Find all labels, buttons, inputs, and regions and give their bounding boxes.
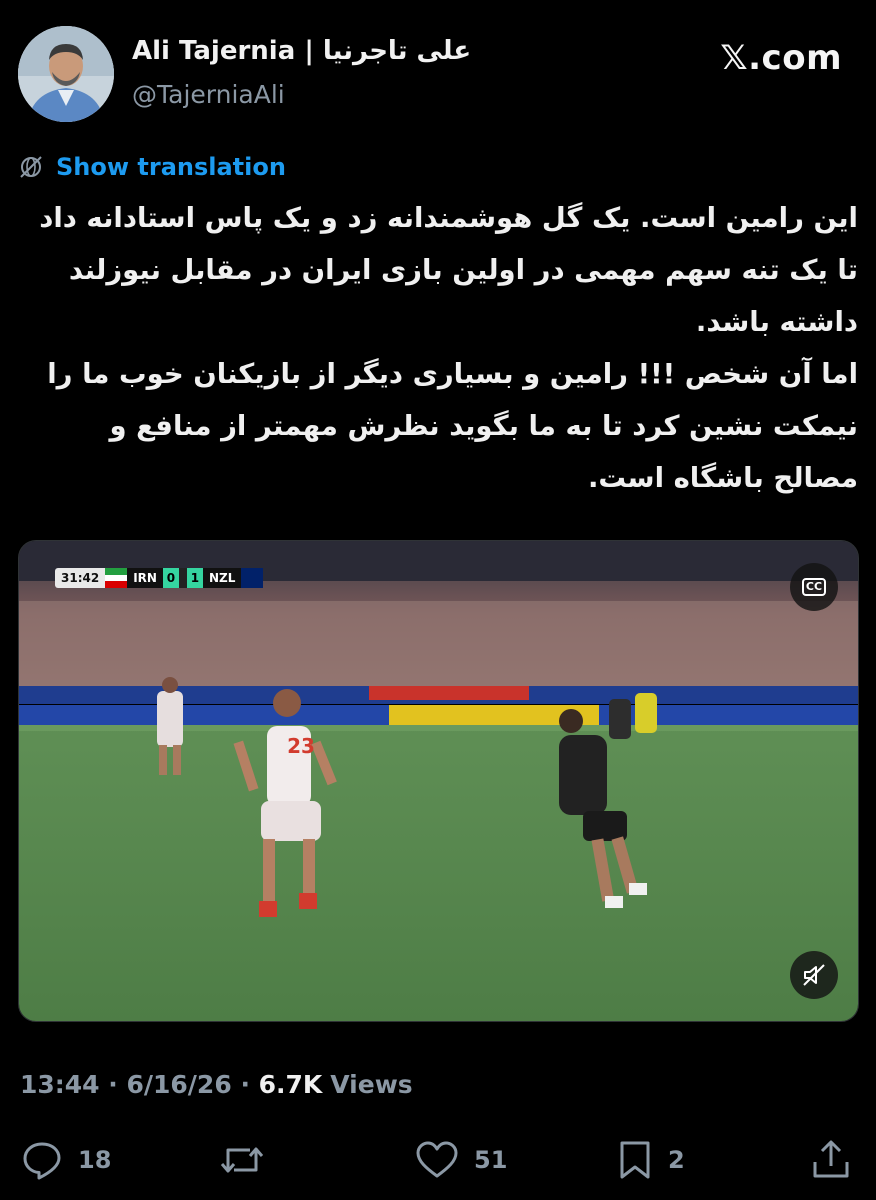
heart-icon bbox=[416, 1141, 458, 1178]
avatar[interactable] bbox=[18, 26, 114, 122]
share-icon bbox=[813, 1140, 849, 1178]
score-divider bbox=[178, 568, 187, 588]
x-watermark: 𝕏.com bbox=[720, 38, 842, 78]
author-handle[interactable]: @TajerniaAli bbox=[132, 80, 285, 109]
reply-count: 18 bbox=[78, 1146, 112, 1174]
scoreboard: 31:42 IRN 0 1 NZL bbox=[55, 567, 264, 589]
repost-button[interactable] bbox=[218, 1132, 280, 1188]
post-date[interactable]: 6/16/26 bbox=[126, 1070, 231, 1099]
captions-button[interactable]: CC bbox=[790, 563, 838, 611]
like-button[interactable]: 51 bbox=[414, 1132, 507, 1188]
tweet-meta: 13:44 · 6/16/26 · 6.7K Views bbox=[20, 1070, 413, 1099]
iran-flag-icon bbox=[105, 568, 128, 589]
bookmark-count: 2 bbox=[668, 1146, 685, 1174]
match-clock: 31:42 bbox=[55, 568, 106, 588]
new-zealand-flag-icon bbox=[241, 568, 264, 589]
video-player[interactable]: 31:42 IRN 0 1 NZL 23 CC bbox=[18, 540, 859, 1022]
meta-separator-2: · bbox=[231, 1070, 259, 1099]
jersey-number: 23 bbox=[287, 734, 315, 758]
views-count: 6.7K bbox=[258, 1070, 323, 1099]
views-label: Views bbox=[330, 1070, 413, 1099]
share-button[interactable] bbox=[810, 1132, 866, 1188]
show-translation-link[interactable]: Show translation bbox=[56, 153, 286, 181]
bookmark-button[interactable]: 2 bbox=[616, 1132, 685, 1188]
like-count: 51 bbox=[474, 1146, 508, 1174]
reply-icon bbox=[23, 1142, 61, 1180]
meta-separator: · bbox=[99, 1070, 127, 1099]
home-team: IRN bbox=[127, 568, 163, 588]
tweet-paragraph-1: این رامین است. یک گل هوشمندانه زد و یک پ… bbox=[39, 202, 858, 338]
globe-crossed-icon bbox=[20, 156, 42, 178]
mute-button[interactable] bbox=[790, 951, 838, 999]
away-score: 1 bbox=[186, 568, 203, 588]
cc-label: CC bbox=[801, 578, 827, 596]
profile-photo bbox=[18, 26, 114, 122]
speaker-muted-icon bbox=[803, 964, 825, 986]
tweet-header: Ali Tajernia | علی تاجرنیا @TajerniaAli … bbox=[0, 0, 876, 130]
tweet-paragraph-2: اما آن شخص !!! رامین و بسیاری دیگر از با… bbox=[47, 358, 858, 494]
post-time[interactable]: 13:44 bbox=[20, 1070, 100, 1099]
translation-row[interactable]: Show translation bbox=[18, 150, 286, 184]
action-bar: 18 51 2 bbox=[0, 1132, 876, 1188]
bookmark-icon bbox=[620, 1141, 650, 1179]
tweet-text: این رامین است. یک گل هوشمندانه زد و یک پ… bbox=[22, 192, 858, 504]
reply-button[interactable]: 18 bbox=[20, 1132, 111, 1188]
home-score: 0 bbox=[162, 568, 179, 588]
away-team: NZL bbox=[202, 568, 242, 588]
svg-text:23: 23 bbox=[287, 734, 315, 758]
match-video-frame bbox=[19, 541, 858, 1021]
author-display-name[interactable]: Ali Tajernia | علی تاجرنیا bbox=[132, 36, 471, 66]
repost-icon bbox=[220, 1147, 264, 1173]
